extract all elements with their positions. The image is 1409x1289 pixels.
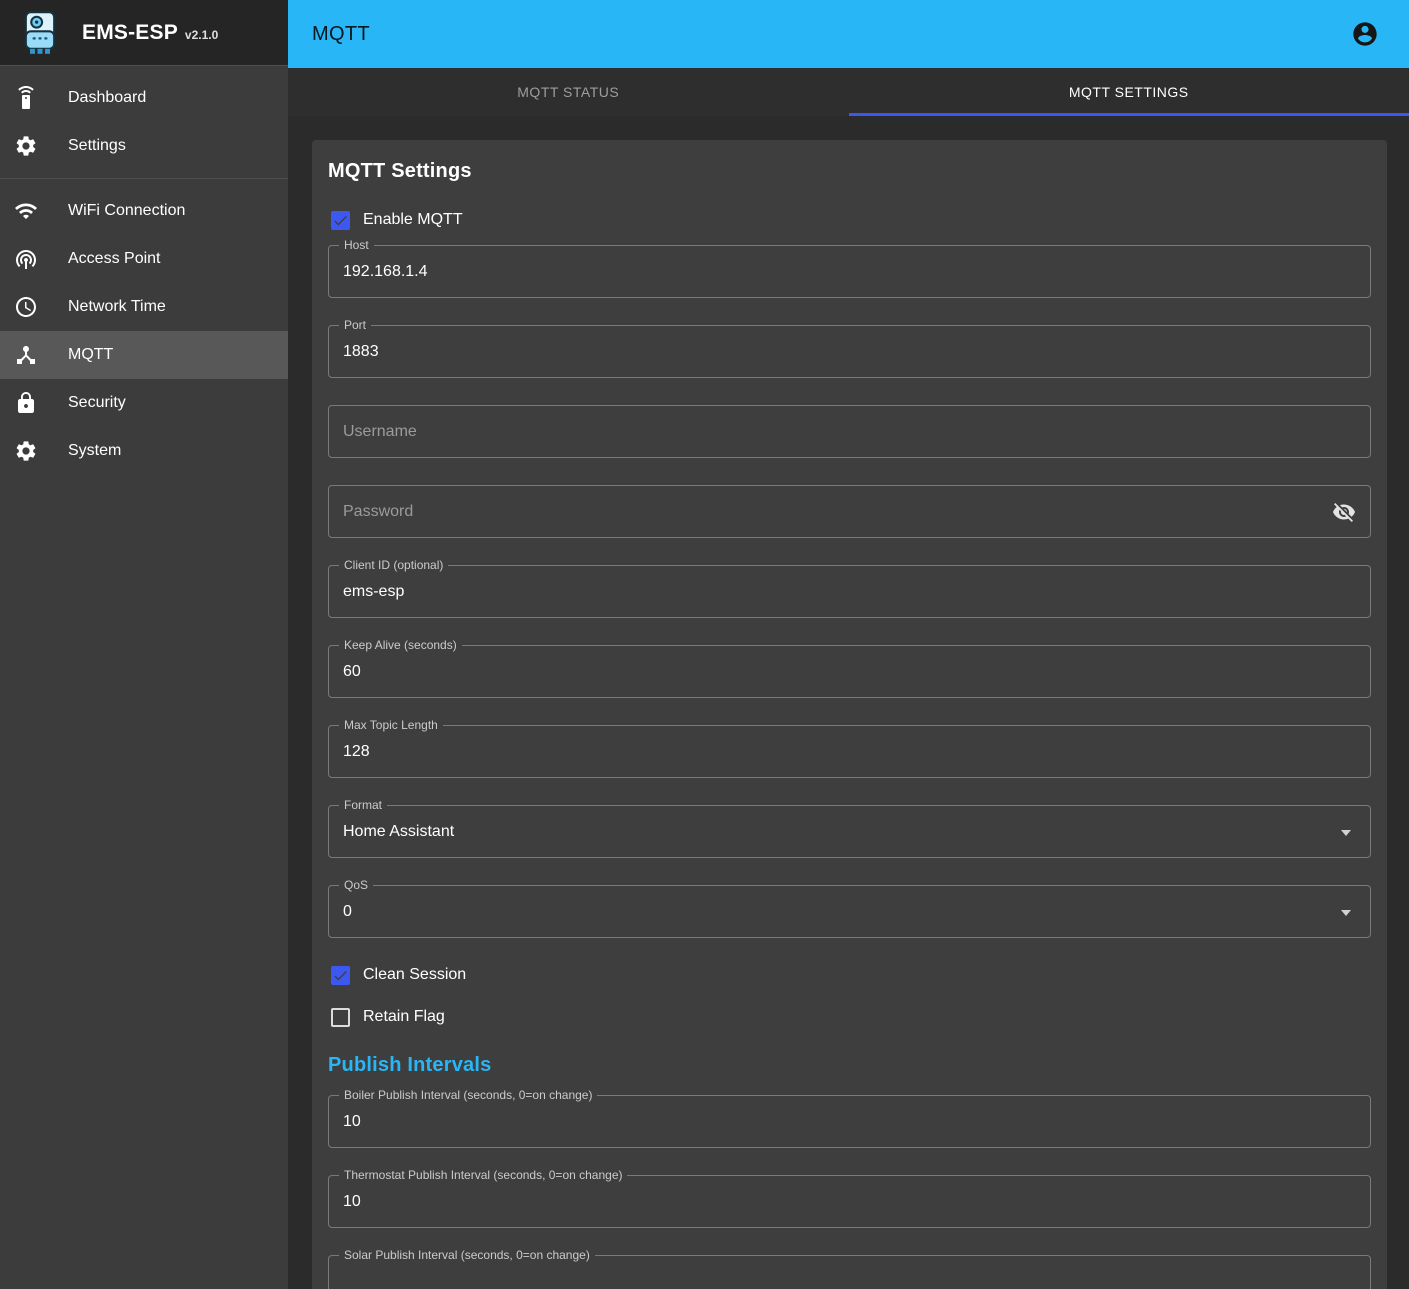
sidebar-header: EMS-ESP v2.1.0 <box>0 0 288 66</box>
sidebar-item-label: Access Point <box>68 250 160 268</box>
wifi-icon <box>14 199 38 223</box>
active-tab-indicator <box>849 113 1409 116</box>
sidebar-item-mqtt[interactable]: MQTT <box>0 331 288 379</box>
sidebar-item-label: MQTT <box>68 346 113 364</box>
sidebar-item-system[interactable]: System <box>0 427 288 475</box>
username-field <box>328 405 1371 458</box>
page-title: MQTT <box>312 23 370 46</box>
thermostat-publish-interval-input[interactable] <box>329 1176 1370 1227</box>
qos-value[interactable] <box>329 886 1370 937</box>
max-topic-length-input[interactable] <box>329 726 1370 777</box>
password-input[interactable] <box>329 486 1370 537</box>
main-area: MQTT MQTT STATUS MQTT SETTINGS MQTT Sett… <box>288 0 1409 1289</box>
username-input[interactable] <box>329 406 1370 457</box>
publish-intervals-heading: Publish Intervals <box>328 1054 1371 1077</box>
sidebar-item-label: System <box>68 442 121 460</box>
app-version: v2.1.0 <box>185 28 218 42</box>
retain-flag-label: Retain Flag <box>363 1008 445 1026</box>
card-title: MQTT Settings <box>328 160 1371 183</box>
solar-publish-interval-field: Solar Publish Interval (seconds, 0=on ch… <box>328 1255 1371 1289</box>
gear-icon <box>14 134 38 158</box>
retain-flag-checkbox[interactable] <box>331 1008 350 1027</box>
enable-mqtt-checkbox[interactable] <box>331 211 350 230</box>
host-field: Host <box>328 245 1371 298</box>
format-value[interactable] <box>329 806 1370 857</box>
format-select[interactable]: Format <box>328 805 1371 858</box>
boiler-publish-interval-field: Boiler Publish Interval (seconds, 0=on c… <box>328 1095 1371 1148</box>
lock-icon <box>14 391 38 415</box>
client-id-input[interactable] <box>329 566 1370 617</box>
tab-mqtt-status[interactable]: MQTT STATUS <box>288 68 849 116</box>
clean-session-row[interactable]: Clean Session <box>328 954 1371 996</box>
enable-mqtt-label: Enable MQTT <box>363 211 463 229</box>
max-topic-length-field: Max Topic Length <box>328 725 1371 778</box>
host-input[interactable] <box>329 246 1370 297</box>
sidebar-secondary-group: WiFi Connection Access Point Network Tim… <box>0 179 288 483</box>
sidebar-item-dashboard[interactable]: Dashboard <box>0 74 288 122</box>
tab-bar: MQTT STATUS MQTT SETTINGS <box>288 68 1409 116</box>
sidebar-item-label: Network Time <box>68 298 166 316</box>
boiler-publish-interval-input[interactable] <box>329 1096 1370 1147</box>
clean-session-checkbox[interactable] <box>331 966 350 985</box>
sidebar-item-label: WiFi Connection <box>68 202 185 220</box>
sidebar-item-label: Settings <box>68 137 126 155</box>
solar-publish-interval-input[interactable] <box>329 1256 1370 1289</box>
sidebar-item-wifi-connection[interactable]: WiFi Connection <box>0 187 288 235</box>
client-id-field: Client ID (optional) <box>328 565 1371 618</box>
ems-esp-logo-icon <box>20 9 60 57</box>
app-name: EMS-ESP <box>82 21 178 45</box>
sidebar-primary-group: Dashboard Settings <box>0 66 288 178</box>
appbar: MQTT <box>288 0 1409 68</box>
sidebar-item-label: Dashboard <box>68 89 146 107</box>
remote-dashboard-icon <box>14 86 38 110</box>
password-field <box>328 485 1371 538</box>
sidebar-item-access-point[interactable]: Access Point <box>0 235 288 283</box>
account-circle-icon[interactable] <box>1351 20 1379 48</box>
clock-icon <box>14 295 38 319</box>
keep-alive-input[interactable] <box>329 646 1370 697</box>
visibility-off-icon[interactable] <box>1332 500 1356 524</box>
gear-icon <box>14 439 38 463</box>
tab-mqtt-settings[interactable]: MQTT SETTINGS <box>849 68 1409 116</box>
retain-flag-row[interactable]: Retain Flag <box>328 996 1371 1038</box>
enable-mqtt-row[interactable]: Enable MQTT <box>328 199 1371 241</box>
port-input[interactable] <box>329 326 1370 377</box>
brand: EMS-ESP v2.1.0 <box>82 21 218 45</box>
sidebar: EMS-ESP v2.1.0 Dashboard Settings WiFi C… <box>0 0 288 1289</box>
clean-session-label: Clean Session <box>363 966 466 984</box>
sidebar-item-settings[interactable]: Settings <box>0 122 288 170</box>
sidebar-item-security[interactable]: Security <box>0 379 288 427</box>
device-hub-icon <box>14 343 38 367</box>
qos-select[interactable]: QoS <box>328 885 1371 938</box>
thermostat-publish-interval-field: Thermostat Publish Interval (seconds, 0=… <box>328 1175 1371 1228</box>
sidebar-item-network-time[interactable]: Network Time <box>0 283 288 331</box>
wifi-tethering-icon <box>14 247 38 271</box>
keep-alive-field: Keep Alive (seconds) <box>328 645 1371 698</box>
content: MQTT Settings Enable MQTT Host Port <box>288 116 1409 1289</box>
sidebar-item-label: Security <box>68 394 126 412</box>
mqtt-settings-card: MQTT Settings Enable MQTT Host Port <box>312 140 1387 1289</box>
port-field: Port <box>328 325 1371 378</box>
